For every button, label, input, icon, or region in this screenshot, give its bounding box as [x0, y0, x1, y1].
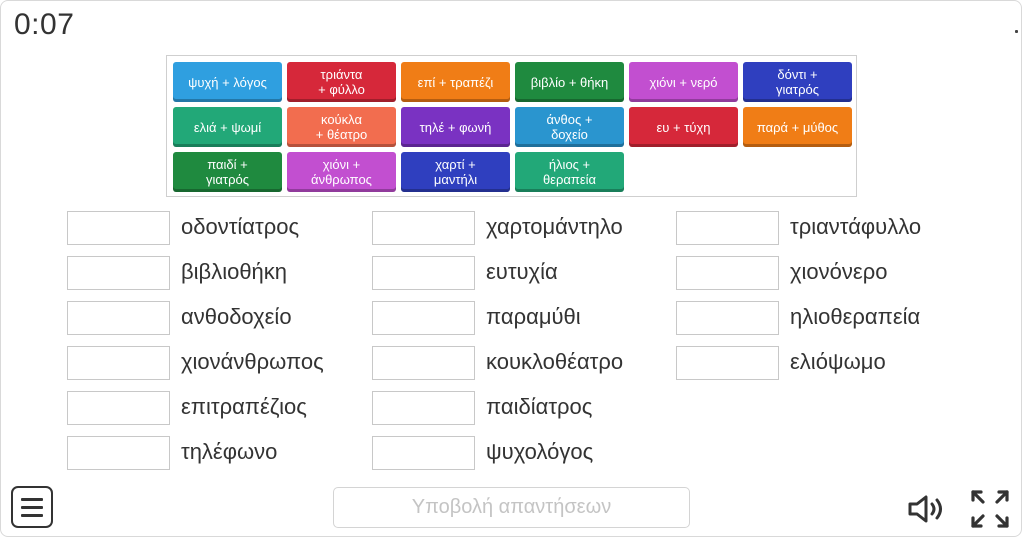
- word-tile[interactable]: τριάντα + φύλλο: [287, 62, 396, 102]
- answer-drop-slot[interactable]: [67, 436, 170, 470]
- word-tile[interactable]: χαρτί + μαντήλι: [401, 152, 510, 192]
- fullscreen-button[interactable]: [970, 489, 1010, 529]
- word-tile[interactable]: παιδί + γιατρός: [173, 152, 282, 192]
- tile-bank: ψυχή + λόγος τριάντα + φύλλο επί + τραπέζι…: [166, 55, 857, 197]
- answer-drop-slot[interactable]: [372, 436, 475, 470]
- target-word: ελιόψωμο: [790, 349, 886, 374]
- corner-marker: [1015, 30, 1018, 33]
- word-tile[interactable]: παρά + μύθος: [743, 107, 852, 147]
- word-tile[interactable]: κούκλα + θέατρο: [287, 107, 396, 147]
- target-word: επιτραπέζιος: [181, 394, 307, 419]
- word-tile[interactable]: ελιά + ψωμί: [173, 107, 282, 147]
- target-word: τριαντάφυλλο: [790, 214, 922, 239]
- target-word: χαρτομάντηλο: [486, 214, 623, 239]
- target-word: τηλέφωνο: [181, 439, 278, 464]
- target-word: οδοντίατρος: [181, 214, 300, 239]
- answer-drop-slot[interactable]: [676, 211, 779, 245]
- answer-drop-slot[interactable]: [676, 301, 779, 335]
- target-word: χιονάνθρωπος: [181, 349, 324, 374]
- menu-icon: [21, 497, 43, 501]
- word-tile[interactable]: άνθος + δοχείο: [515, 107, 624, 147]
- word-tile[interactable]: δόντι + γιατρός: [743, 62, 852, 102]
- submit-answers-button[interactable]: Υποβολή απαντήσεων: [333, 487, 690, 528]
- answer-drop-slot[interactable]: [372, 346, 475, 380]
- sound-button[interactable]: [906, 492, 950, 526]
- target-word: ψυχολόγος: [486, 439, 594, 464]
- target-word: ηλιοθεραπεία: [790, 304, 921, 329]
- answer-drop-slot[interactable]: [67, 346, 170, 380]
- target-word: παιδίατρος: [486, 394, 593, 419]
- answer-drop-slot[interactable]: [372, 211, 475, 245]
- target-word: κουκλοθέατρο: [486, 349, 624, 374]
- answer-drop-slot[interactable]: [372, 391, 475, 425]
- answer-drop-slot[interactable]: [372, 301, 475, 335]
- word-tile[interactable]: βιβλίο + θήκη: [515, 62, 624, 102]
- target-word: ευτυχία: [486, 259, 558, 284]
- word-tile[interactable]: χιόνι + άνθρωπος: [287, 152, 396, 192]
- answer-drop-slot[interactable]: [676, 346, 779, 380]
- menu-button[interactable]: [11, 486, 53, 528]
- target-word: βιβλιοθήκη: [181, 259, 288, 284]
- word-tile[interactable]: τηλέ + φωνή: [401, 107, 510, 147]
- word-tile[interactable]: χιόνι + νερό: [629, 62, 738, 102]
- target-word: παραμύθι: [486, 304, 581, 329]
- word-tile[interactable]: ήλιος + θεραπεία: [515, 152, 624, 192]
- word-tile[interactable]: ευ + τύχη: [629, 107, 738, 147]
- answer-drop-slot[interactable]: [67, 301, 170, 335]
- speaker-icon: [908, 495, 942, 523]
- timer: 0:07: [14, 8, 75, 41]
- word-tile[interactable]: ψυχή + λόγος: [173, 62, 282, 102]
- answer-drop-slot[interactable]: [67, 256, 170, 290]
- answer-drop-slot[interactable]: [67, 211, 170, 245]
- word-tile[interactable]: επί + τραπέζι: [401, 62, 510, 102]
- answer-drop-slot[interactable]: [676, 256, 779, 290]
- target-word: χιονόνερο: [790, 259, 888, 284]
- fullscreen-icon: [971, 490, 1009, 528]
- answer-drop-slot[interactable]: [372, 256, 475, 290]
- target-word: ανθοδοχείο: [181, 304, 292, 329]
- answer-drop-slot[interactable]: [67, 391, 170, 425]
